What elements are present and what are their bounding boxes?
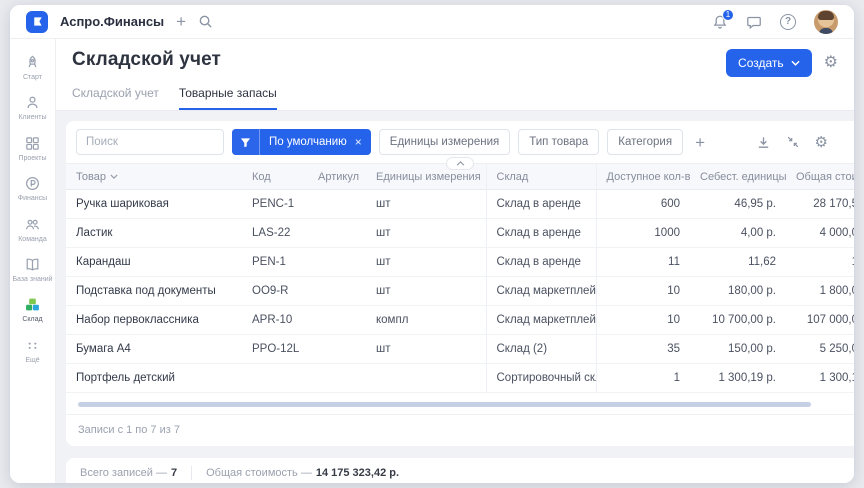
sidebar-item-projects[interactable]: Проекты [10, 130, 56, 169]
chat-button[interactable] [746, 14, 762, 30]
topbar: Аспро.Финансы + 1 ? [10, 5, 854, 39]
column-header-unit-cost[interactable]: Себест. единицы [690, 164, 786, 190]
tab-bar: Складской учет Товарные запасы [72, 86, 838, 110]
table-settings-button[interactable]: ⚙ [815, 135, 828, 150]
table-row[interactable]: Подставка под документыOO9-RштСклад марк… [66, 277, 854, 306]
filter-category-button[interactable]: Категория [607, 129, 683, 155]
inventory-card: По умолчанию × Единицы измерения Тип тов… [66, 121, 854, 446]
topbar-actions: 1 ? [712, 10, 838, 34]
ruble-coin-icon [24, 175, 41, 192]
tab-warehouse-accounting[interactable]: Складской учет [72, 86, 159, 110]
default-filter-chip[interactable]: По умолчанию × [232, 129, 371, 155]
create-button[interactable]: Создать [726, 49, 812, 77]
total-records-label: Всего записей —7 [80, 467, 177, 479]
notifications-button[interactable]: 1 [712, 14, 728, 30]
column-header-quantity[interactable]: Доступное кол-во [596, 164, 690, 190]
main-area: Складской учет Создать ⚙ Складской учет … [56, 39, 854, 483]
search-input[interactable] [76, 129, 224, 155]
table-row[interactable]: Бумага А4PPO-12LштСклад (2)35150,00 р.5 … [66, 335, 854, 364]
tab-inventory[interactable]: Товарные запасы [179, 86, 277, 110]
table-row[interactable]: КарандашPEN-1штСклад в аренде1111,621 [66, 248, 854, 277]
funnel-icon[interactable] [232, 129, 260, 155]
app-window: Аспро.Финансы + 1 ? Старт [10, 5, 854, 483]
people-icon [24, 216, 41, 233]
inventory-table: Товар Код Артикул Единицы измерения Скла… [66, 163, 854, 393]
horizontal-scrollbar [78, 402, 842, 407]
summary-divider [191, 466, 192, 480]
scrollbar-thumb[interactable] [78, 402, 811, 407]
content-area: По умолчанию × Единицы измерения Тип тов… [56, 111, 854, 483]
sidebar-item-clients[interactable]: Клиенты [10, 89, 56, 128]
records-info: Записи с 1 по 7 из 7 [66, 414, 854, 446]
page-title: Складской учет [72, 49, 221, 71]
plus-icon: + [695, 133, 705, 152]
app-title: Аспро.Финансы [60, 14, 164, 29]
sidebar-item-warehouse[interactable]: Склад [10, 291, 56, 330]
column-header-code[interactable]: Код [242, 164, 308, 190]
help-icon: ? [780, 14, 796, 30]
more-dots-icon [24, 337, 41, 354]
page-settings-button[interactable]: ⚙ [824, 55, 838, 71]
filter-product-type-button[interactable]: Тип товара [518, 129, 599, 155]
total-cost-label: Общая стоимость —14 175 323,42 р. [206, 467, 399, 479]
sidebar-item-knowledge[interactable]: База знаний [10, 251, 56, 290]
quick-add-button[interactable]: + [176, 13, 186, 30]
page-header: Складской учет Создать ⚙ Складской учет … [56, 39, 854, 111]
gear-icon: ⚙ [815, 135, 828, 150]
table-row[interactable]: Набор первоклассникаAPR-10комплСклад мар… [66, 306, 854, 335]
book-icon [24, 256, 41, 273]
total-records-value: 7 [171, 467, 177, 479]
avatar[interactable] [814, 10, 838, 34]
export-button[interactable] [756, 135, 771, 150]
chevron-down-icon [791, 60, 800, 66]
app-logo-icon[interactable] [26, 11, 48, 33]
gear-icon: ⚙ [824, 55, 838, 71]
table-row[interactable]: Портфель детскийСортировочный скла11 300… [66, 364, 854, 393]
add-filter-button[interactable]: + [691, 134, 709, 151]
warehouse-boxes-icon [24, 296, 41, 313]
download-icon [756, 135, 771, 150]
column-header-total-cost[interactable]: Общая стоим [786, 164, 854, 190]
chevron-up-icon [456, 161, 465, 166]
rocket-icon [24, 54, 41, 71]
chat-icon [746, 14, 762, 30]
collapse-view-button[interactable] [786, 135, 800, 149]
sidebar-item-more[interactable]: Ещё [10, 332, 56, 371]
search-icon [198, 14, 213, 29]
close-icon[interactable]: × [355, 135, 362, 149]
sidebar: Старт Клиенты Проекты Финансы Команда Ба… [10, 39, 56, 483]
sidebar-item-finance[interactable]: Финансы [10, 170, 56, 209]
plus-icon: + [176, 13, 186, 30]
grid-icon [24, 135, 41, 152]
person-icon [24, 94, 41, 111]
column-header-sku[interactable]: Артикул [308, 164, 366, 190]
table-row[interactable]: Ручка шариковаяPENC-1штСклад в аренде600… [66, 190, 854, 219]
table-row[interactable]: ЛастикLAS-22штСклад в аренде10004,00 р.4… [66, 219, 854, 248]
summary-bar: Всего записей —7 Общая стоимость —14 175… [66, 458, 854, 483]
sidebar-item-start[interactable]: Старт [10, 49, 56, 88]
column-header-product[interactable]: Товар [66, 164, 242, 190]
sidebar-item-team[interactable]: Команда [10, 211, 56, 250]
table-tools: ⚙ [756, 135, 844, 150]
sort-chevron-icon [110, 174, 118, 179]
global-search-button[interactable] [198, 14, 213, 29]
help-button[interactable]: ? [780, 14, 796, 30]
collapse-table-button[interactable] [446, 157, 474, 170]
notification-badge: 1 [722, 9, 734, 21]
collapse-arrows-icon [786, 135, 800, 149]
filter-units-button[interactable]: Единицы измерения [379, 129, 510, 155]
table-container: Товар Код Артикул Единицы измерения Скла… [66, 163, 854, 393]
total-cost-value: 14 175 323,42 р. [316, 467, 399, 479]
column-header-warehouse[interactable]: Склад [486, 164, 596, 190]
